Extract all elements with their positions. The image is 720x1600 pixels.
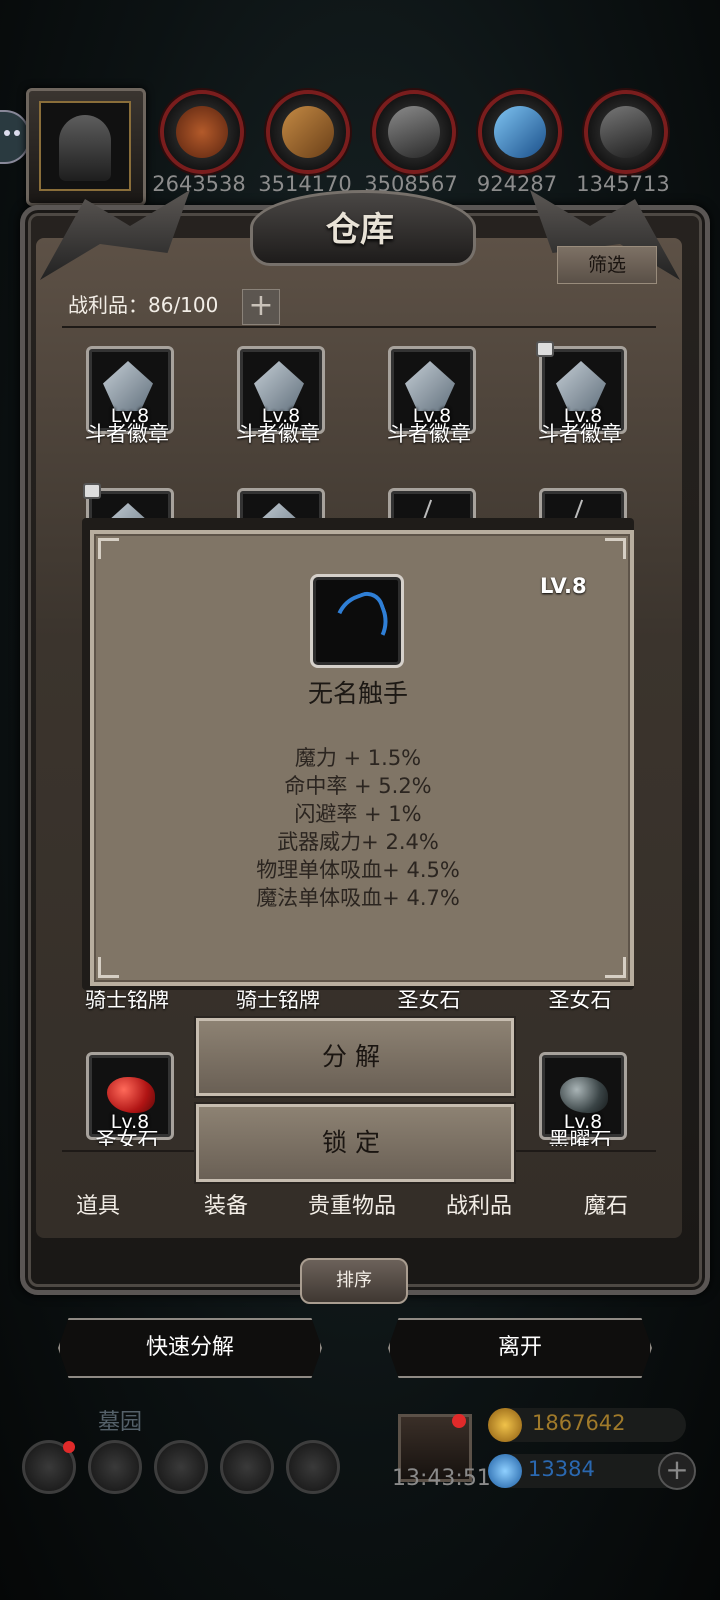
wood-icon — [282, 106, 334, 158]
obsidian-icon — [560, 1077, 608, 1113]
stat-line: 魔力 + 1.5% — [294, 746, 422, 770]
item-name: 斗者徽章 — [387, 422, 471, 446]
tab-equipment[interactable]: 装备 — [204, 1188, 248, 1220]
gem-amount: 13384 — [528, 1457, 595, 1481]
map-icon[interactable] — [154, 1440, 208, 1494]
tooltip-level: LV.8 — [540, 574, 587, 598]
corner-ornament — [98, 538, 119, 559]
corner-ornament — [605, 957, 626, 978]
resource-crystal[interactable] — [478, 90, 562, 174]
tab-loot[interactable]: 战利品 — [446, 1188, 512, 1220]
resource-iron[interactable] — [372, 90, 456, 174]
fighter-badge-icon — [405, 361, 455, 411]
iron-ingot-icon — [388, 106, 440, 158]
stat-line: 命中率 + 5.2% — [284, 774, 432, 798]
notification-dot — [452, 1414, 466, 1428]
notification-dot — [63, 1441, 75, 1453]
item-name: 黑曜石 — [548, 1128, 612, 1146]
resource-wood[interactable] — [266, 90, 350, 174]
stat-line: 魔法单体吸血+ 4.7% — [256, 886, 460, 910]
crystal-icon — [494, 106, 546, 158]
guild-icon[interactable] — [286, 1440, 340, 1494]
resource-count: 1345713 — [576, 172, 670, 196]
dot-icon — [4, 130, 10, 136]
fighter-badge-icon — [254, 361, 304, 411]
tooltip-item-icon — [310, 574, 404, 668]
avatar-portrait — [39, 101, 131, 191]
saint-stone-icon — [107, 1077, 155, 1113]
stat-line: 闪避率 + 1% — [294, 802, 422, 826]
lock-icon — [536, 341, 554, 357]
resource-leather[interactable] — [160, 90, 244, 174]
steel-ingot-icon — [600, 106, 652, 158]
item-name: 斗者徽章 — [236, 422, 320, 446]
resource-count: 2643538 — [152, 172, 246, 196]
tab-valuables[interactable]: 贵重物品 — [308, 1188, 396, 1220]
gold-coin-icon — [488, 1408, 522, 1442]
filter-button[interactable]: 筛选 — [557, 246, 657, 284]
tentacle-icon — [324, 587, 398, 661]
tab-items[interactable]: 道具 — [76, 1188, 120, 1220]
dot-icon — [14, 130, 20, 136]
leave-button[interactable]: 离开 — [388, 1318, 652, 1378]
settings-icon[interactable] — [22, 1440, 76, 1494]
tab-magic-stones[interactable]: 魔石 — [584, 1188, 628, 1220]
item-name: 斗者徽章 — [85, 422, 169, 446]
add-currency-button[interactable]: + — [658, 1452, 696, 1490]
lock-icon — [83, 483, 101, 499]
decompose-button[interactable]: 分解 — [196, 1018, 514, 1096]
fighter-badge-icon — [556, 361, 606, 411]
sort-button[interactable]: 排序 — [300, 1258, 408, 1304]
lock-button[interactable]: 锁定 — [196, 1104, 514, 1182]
expand-capacity-button[interactable]: + — [242, 289, 280, 325]
stat-line: 物理单体吸血+ 4.5% — [256, 858, 460, 882]
leather-icon — [176, 106, 228, 158]
resource-steel[interactable] — [584, 90, 668, 174]
fighter-badge-icon — [103, 361, 153, 411]
gold-amount: 1867642 — [532, 1411, 626, 1435]
divider — [62, 326, 656, 328]
compass-icon[interactable] — [88, 1440, 142, 1494]
tooltip-item-name: 无名触手 — [307, 679, 408, 708]
stat-line: 武器威力+ 2.4% — [277, 830, 439, 854]
player-avatar[interactable] — [26, 88, 146, 206]
corner-ornament — [98, 957, 119, 978]
gem-icon — [488, 1454, 522, 1488]
item-name: 斗者徽章 — [538, 422, 622, 446]
resource-count: 924287 — [476, 172, 558, 196]
helmet-icon — [59, 115, 111, 181]
item-name: 圣女石 — [95, 1128, 159, 1146]
quick-decompose-button[interactable]: 快速分解 — [58, 1318, 322, 1378]
loot-capacity: 战利品：86/100 — [68, 293, 219, 317]
corner-ornament — [605, 538, 626, 559]
gift-timer: 13:43:51 — [392, 1466, 491, 1491]
mail-icon[interactable] — [220, 1440, 274, 1494]
area-name: 墓园 — [98, 1410, 143, 1435]
panel-title: 仓库 — [326, 210, 394, 250]
